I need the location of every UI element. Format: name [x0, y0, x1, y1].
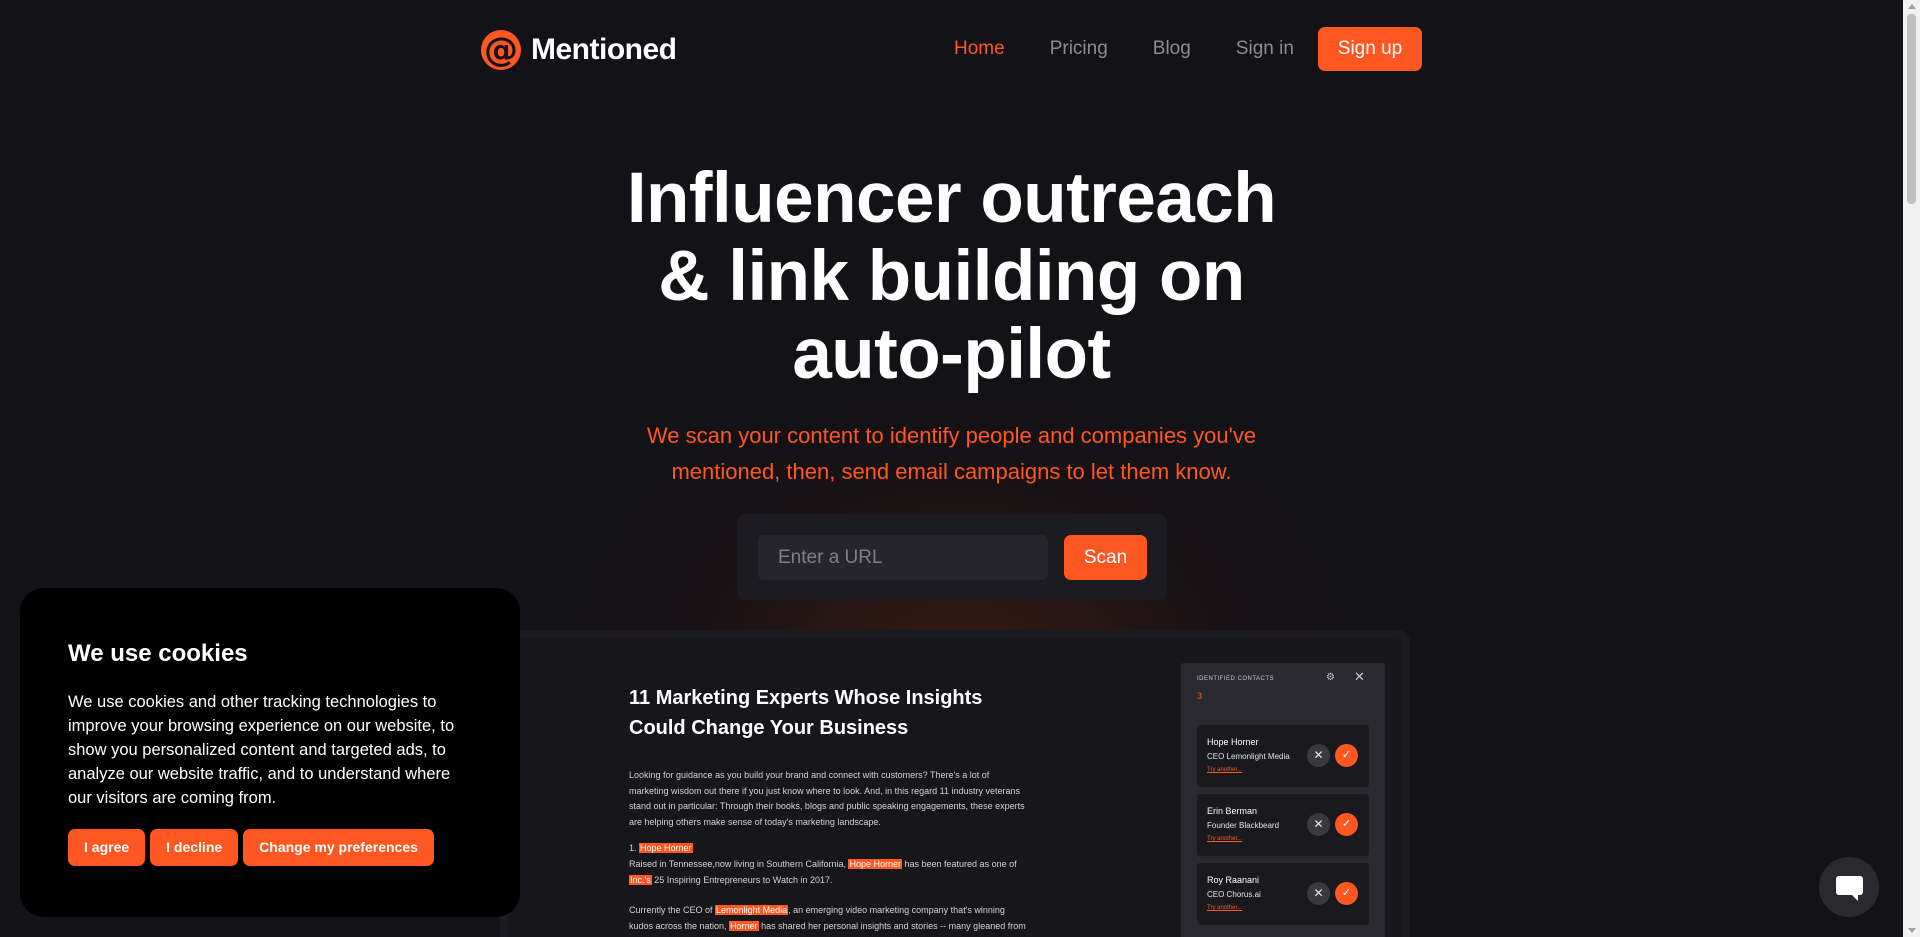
- article-paragraph: Currently the CEO of Lemonlight Media, a…: [629, 903, 1029, 937]
- cookie-title: We use cookies: [68, 640, 248, 667]
- preview-screen: 11 Marketing Experts Whose Insights Coul…: [508, 638, 1402, 937]
- reject-x-icon[interactable]: ✕: [1307, 882, 1330, 905]
- article-item-heading: 1. Hope Horner: [629, 841, 1029, 857]
- contact-name: Roy Raanani: [1207, 875, 1260, 885]
- chat-button[interactable]: [1819, 857, 1879, 917]
- accept-check-icon[interactable]: ✓: [1335, 882, 1358, 905]
- article-intro: Looking for guidance as you build your b…: [629, 770, 1025, 827]
- hero-subtitle-line: mentioned, then, send email campaigns to…: [671, 459, 1232, 484]
- logo[interactable]: @ Mentioned: [481, 30, 677, 70]
- scrollbar[interactable]: [1903, 0, 1920, 937]
- highlight-mention: Hope Horner: [639, 843, 693, 853]
- scroll-up-icon[interactable]: [1908, 4, 1916, 9]
- scan-form: Scan: [737, 514, 1167, 600]
- reject-x-icon[interactable]: ✕: [1307, 744, 1330, 767]
- contact-role: Founder Blackbeard: [1207, 821, 1280, 830]
- cookie-buttons: I agree I decline Change my preferences: [68, 829, 434, 866]
- try-another-link[interactable]: Try another...: [1207, 836, 1242, 842]
- contact-name: Hope Horner: [1207, 737, 1259, 747]
- text-span: 25 Inspiring Entrepreneurs to Watch in 2…: [651, 874, 833, 885]
- contact-card: Hope Horner CEO Lemonlight Media Try ano…: [1197, 725, 1369, 787]
- contact-role: CEO Lemonlight Media: [1207, 752, 1290, 761]
- chat-icon: [1836, 876, 1863, 895]
- change-preferences-button[interactable]: Change my preferences: [243, 829, 434, 866]
- scrollbar-thumb[interactable]: [1907, 14, 1916, 204]
- close-icon[interactable]: ✕: [1354, 669, 1365, 685]
- identified-contacts-panel: IDENTIFIED CONTACTS 3 ⚙ ✕ Hope Horner CE…: [1181, 663, 1385, 937]
- hero-title: Influencer outreach & link building on a…: [0, 160, 1903, 394]
- text-span: has been featured as one of: [902, 859, 1017, 869]
- article-title: 11 Marketing Experts Whose Insights Coul…: [629, 687, 983, 739]
- nav-links: Home Pricing Blog Sign in: [954, 38, 1294, 60]
- hero-title-line: Influencer outreach: [626, 159, 1277, 238]
- highlight-mention: Lemonlight Media: [715, 905, 789, 915]
- article-paragraph: Raised in Tennessee,now living in Southe…: [629, 857, 1029, 888]
- nav-sign-in[interactable]: Sign in: [1236, 38, 1294, 60]
- chat-icon-tail: [1851, 894, 1858, 901]
- item-number: 1.: [629, 843, 640, 853]
- try-another-link[interactable]: Try another...: [1207, 905, 1242, 911]
- contacts-count: 3: [1197, 691, 1203, 701]
- accept-check-icon[interactable]: ✓: [1335, 744, 1358, 767]
- contact-name: Erin Berman: [1207, 806, 1258, 816]
- logo-text: Mentioned: [531, 33, 677, 66]
- contact-card: Erin Berman Founder Blackbeard Try anoth…: [1197, 794, 1369, 856]
- top-nav: @ Mentioned Home Pricing Blog Sign in Si…: [0, 0, 1903, 98]
- sign-up-button[interactable]: Sign up: [1318, 27, 1422, 71]
- text-span: Raised in Tennessee,now living in Southe…: [629, 859, 849, 869]
- hero-subtitle: We scan your content to identify people …: [0, 418, 1903, 490]
- cookie-text: We use cookies and other tracking techno…: [68, 693, 455, 807]
- cookie-banner: We use cookies We use cookies and other …: [20, 588, 520, 917]
- agree-button[interactable]: I agree: [68, 829, 146, 866]
- highlight-mention: Horner: [729, 920, 759, 931]
- highlight-mention: Inc.'s: [629, 874, 652, 885]
- scroll-down-icon[interactable]: [1908, 928, 1916, 933]
- gear-icon[interactable]: ⚙: [1326, 672, 1335, 683]
- try-another-link[interactable]: Try another...: [1207, 767, 1242, 773]
- contact-card: Roy Raanani CEO Chorus.ai Try another...…: [1197, 863, 1369, 925]
- contacts-title: IDENTIFIED CONTACTS: [1197, 676, 1275, 682]
- hero-title-line: auto-pilot: [792, 315, 1111, 394]
- hero-title-line: & link building on: [658, 237, 1245, 316]
- product-preview: 11 Marketing Experts Whose Insights Coul…: [500, 630, 1410, 937]
- url-input[interactable]: [758, 535, 1048, 580]
- text-span: Currently the CEO of: [629, 905, 716, 915]
- scan-button[interactable]: Scan: [1064, 535, 1147, 580]
- reject-x-icon[interactable]: ✕: [1307, 813, 1330, 836]
- hero-subtitle-line: We scan your content to identify people …: [646, 423, 1257, 448]
- nav-pricing[interactable]: Pricing: [1050, 38, 1108, 60]
- logo-at-icon: @: [481, 30, 521, 70]
- accept-check-icon[interactable]: ✓: [1335, 813, 1358, 836]
- highlight-mention: Hope Horner: [848, 859, 902, 869]
- nav-home[interactable]: Home: [954, 38, 1005, 60]
- decline-button[interactable]: I decline: [150, 829, 239, 866]
- nav-blog[interactable]: Blog: [1153, 38, 1191, 60]
- contact-role: CEO Chorus.ai: [1207, 890, 1261, 899]
